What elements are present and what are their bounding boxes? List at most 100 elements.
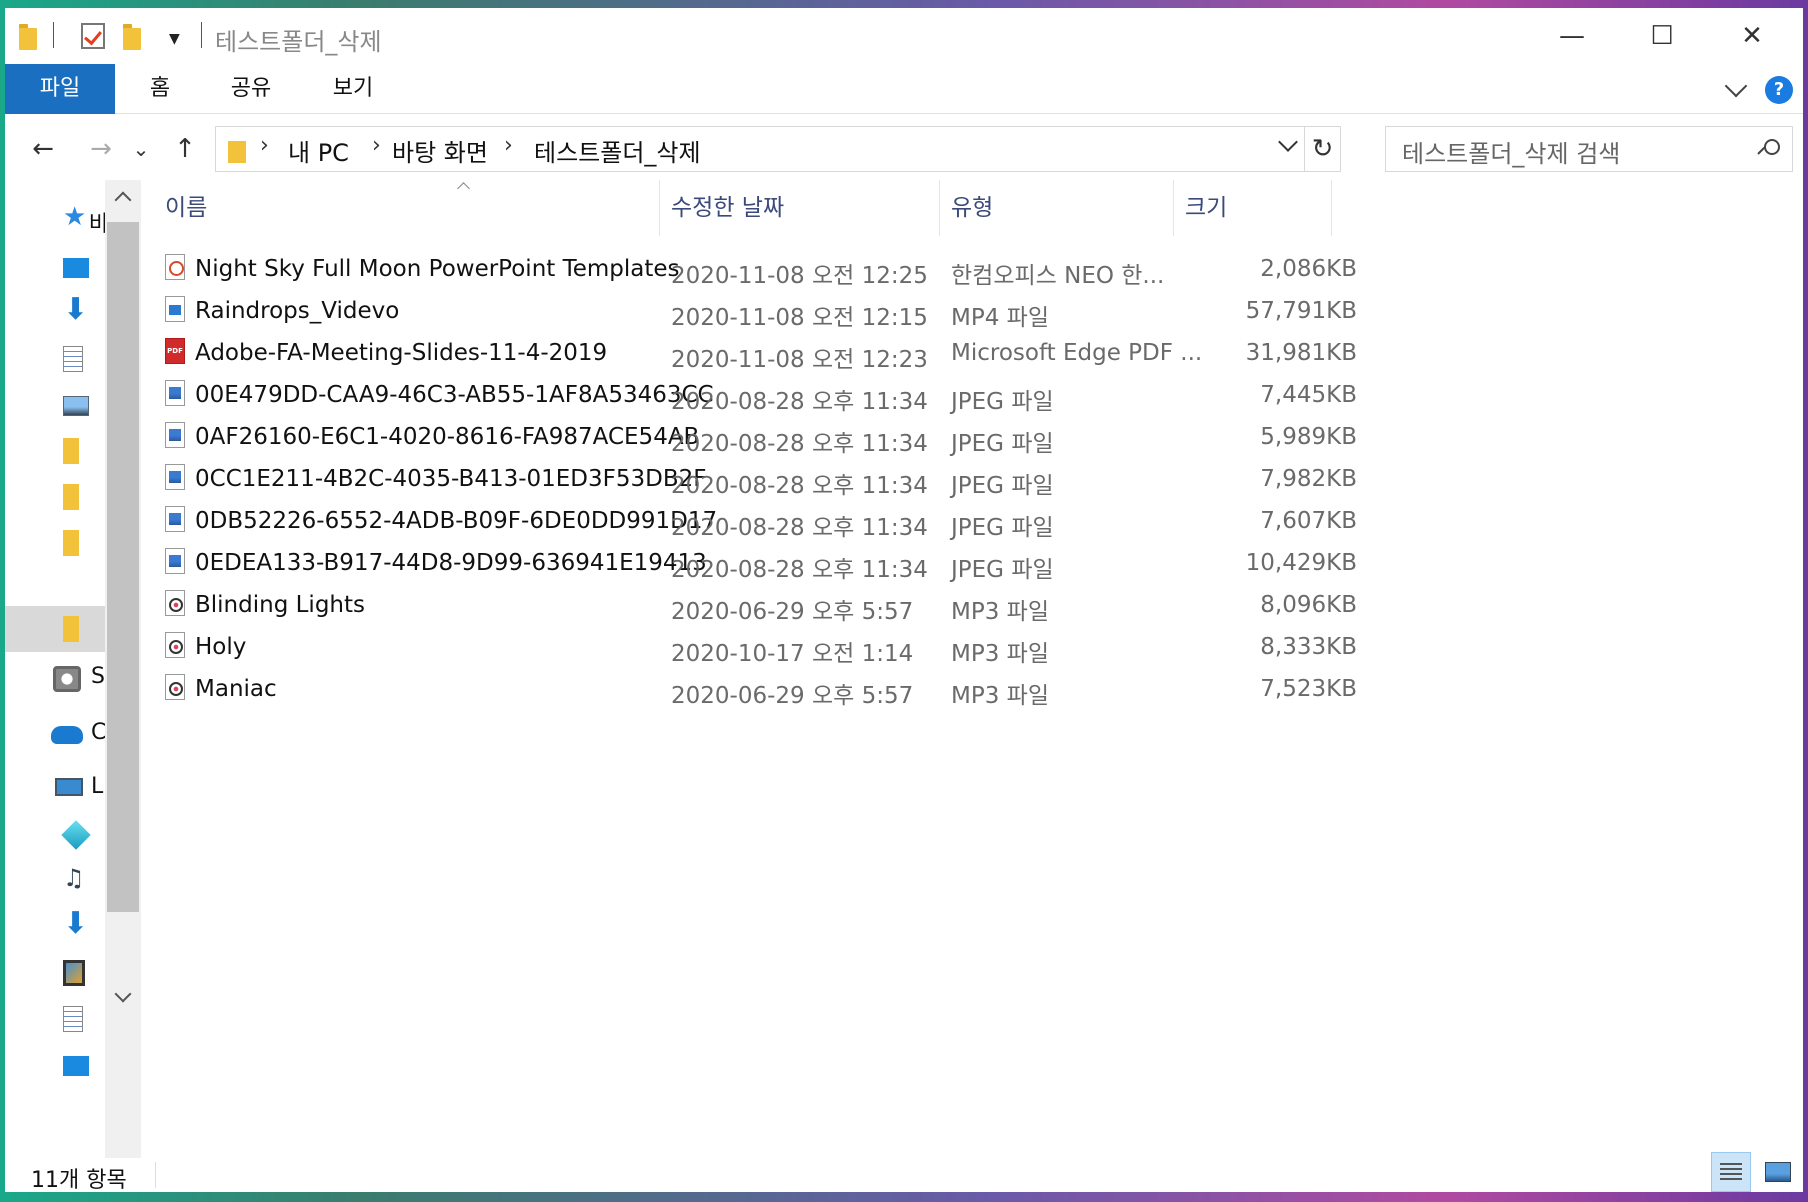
minimize-button[interactable]: — xyxy=(1527,16,1617,56)
large-icons-view-icon[interactable] xyxy=(1757,1152,1797,1192)
nav-item-pictures[interactable] xyxy=(5,382,105,428)
file-date: 2020-06-29 오후 5:57 xyxy=(671,683,914,709)
tab-file[interactable]: 파일 xyxy=(5,64,115,114)
file-row[interactable]: Maniac 2020-06-29 오후 5:57 MP3 파일 7,523KB xyxy=(145,670,1545,712)
nav-item-documents[interactable] xyxy=(5,336,105,382)
nav-item-folder[interactable] xyxy=(5,428,105,474)
column-divider[interactable] xyxy=(939,180,940,236)
file-type: MP4 파일 xyxy=(951,305,1049,331)
address-dropdown-icon[interactable] xyxy=(1278,135,1298,155)
scrollbar-thumb[interactable] xyxy=(107,222,139,912)
customize-toolbar-dropdown[interactable]: ▼ xyxy=(169,31,180,47)
nav-item-music[interactable]: ♫ xyxy=(5,858,105,904)
file-size: 2,086KB xyxy=(1260,256,1357,282)
column-divider[interactable] xyxy=(1331,180,1332,236)
column-header-size[interactable]: 크기 xyxy=(1185,180,1325,240)
nav-item-folder-selected[interactable] xyxy=(5,606,105,652)
download-icon: ⬇ xyxy=(63,906,89,941)
image-file-icon xyxy=(165,464,185,490)
recent-locations-button[interactable]: ⌄ xyxy=(129,130,153,168)
nav-item-quick-access[interactable]: ★ 바 xyxy=(5,198,109,244)
file-name: 0AF26160-E6C1-4020-8616-FA987ACE54AB xyxy=(195,424,700,450)
breadcrumb-separator[interactable]: › xyxy=(504,133,513,158)
audio-file-icon xyxy=(165,632,185,658)
file-name: 0CC1E211-4B2C-4035-B413-01ED3F53DB2F xyxy=(195,466,707,492)
up-button[interactable]: ↑ xyxy=(165,130,205,168)
new-folder-icon[interactable] xyxy=(123,24,141,50)
file-row[interactable]: 00E479DD-CAA9-46C3-AB55-1AF8A53463CC 202… xyxy=(145,376,1545,418)
nav-item-onedrive[interactable]: C xyxy=(5,712,106,758)
column-divider[interactable] xyxy=(1173,180,1174,236)
folder-icon[interactable] xyxy=(19,24,37,50)
nav-item-downloads[interactable]: ⬇ xyxy=(5,904,105,950)
file-name: Holy xyxy=(195,634,247,660)
file-name: Maniac xyxy=(195,676,277,702)
properties-icon[interactable] xyxy=(81,23,105,49)
file-name: 0DB52226-6552-4ADB-B09F-6DE0DD991D17 xyxy=(195,508,718,534)
file-type: Microsoft Edge PDF ... xyxy=(951,340,1203,366)
column-divider[interactable] xyxy=(659,180,660,236)
file-size: 10,429KB xyxy=(1245,550,1357,576)
tab-share[interactable]: 공유 xyxy=(205,64,297,114)
column-header-name[interactable]: 이름 xyxy=(155,180,655,240)
breadcrumb-desktop[interactable]: 바탕 화면 xyxy=(392,133,488,168)
file-date: 2020-06-29 오후 5:57 xyxy=(671,599,914,625)
column-header-date[interactable]: 수정한 날짜 xyxy=(671,180,941,240)
file-size: 7,523KB xyxy=(1260,676,1357,702)
desktop-icon xyxy=(63,258,89,278)
file-row[interactable]: 0CC1E211-4B2C-4035-B413-01ED3F53DB2F 202… xyxy=(145,460,1545,502)
tab-view[interactable]: 보기 xyxy=(305,64,401,114)
folder-icon xyxy=(63,616,79,642)
folder-icon xyxy=(63,484,79,510)
nav-item-desktop[interactable] xyxy=(5,244,105,290)
breadcrumb-current-folder[interactable]: 테스트폴더_삭제 xyxy=(534,133,701,168)
file-row[interactable]: 0DB52226-6552-4ADB-B09F-6DE0DD991D17 202… xyxy=(145,502,1545,544)
nav-pane-scrollbar[interactable] xyxy=(105,180,141,1158)
column-header-type[interactable]: 유형 xyxy=(951,180,1171,240)
forward-button[interactable]: → xyxy=(81,130,121,168)
nav-item-desktop[interactable] xyxy=(5,1042,105,1088)
back-button[interactable]: ← xyxy=(23,130,63,168)
title-divider xyxy=(201,22,202,48)
tab-home[interactable]: 홈 xyxy=(115,64,205,114)
close-button[interactable]: ✕ xyxy=(1707,16,1797,56)
expand-ribbon-chevron-icon[interactable] xyxy=(1725,78,1747,100)
breadcrumb-my-pc[interactable]: 내 PC xyxy=(288,133,349,168)
quick-access-divider xyxy=(53,22,54,48)
file-date: 2020-11-08 오전 12:23 xyxy=(671,347,928,373)
file-name: Raindrops_Videvo xyxy=(195,298,400,324)
file-row[interactable]: Holy 2020-10-17 오전 1:14 MP3 파일 8,333KB xyxy=(145,628,1545,670)
nav-item-downloads[interactable]: ⬇ xyxy=(5,290,105,336)
details-view-icon[interactable] xyxy=(1711,1152,1751,1192)
maximize-button[interactable]: ☐ xyxy=(1617,16,1707,56)
breadcrumb-separator[interactable]: › xyxy=(260,133,269,158)
file-row[interactable]: 0EDEA133-B917-44D8-9D99-636941E19413 202… xyxy=(145,544,1545,586)
navigation-bar: ← → ⌄ ↑ › 내 PC › 바탕 화면 › 테스트폴더_삭제 ↻ 테스트폴… xyxy=(5,126,1803,172)
breadcrumb-separator[interactable]: › xyxy=(372,133,381,158)
video-file-icon xyxy=(165,296,185,322)
file-row[interactable]: 0AF26160-E6C1-4020-8616-FA987ACE54AB 202… xyxy=(145,418,1545,460)
ribbon-tabs: 파일 홈 공유 보기 ? xyxy=(5,64,1803,114)
image-file-icon xyxy=(165,506,185,532)
address-bar[interactable]: › 내 PC › 바탕 화면 › 테스트폴더_삭제 ↻ xyxy=(215,126,1341,172)
scroll-up-arrow-icon[interactable] xyxy=(105,180,141,216)
file-row[interactable]: Adobe-FA-Meeting-Slides-11-4-2019 2020-1… xyxy=(145,334,1545,376)
search-input[interactable]: 테스트폴더_삭제 검색 xyxy=(1402,134,1620,169)
file-row[interactable]: Night Sky Full Moon PowerPoint Templates… xyxy=(145,250,1545,292)
scroll-down-arrow-icon[interactable] xyxy=(105,980,141,1016)
nav-item-3d-objects[interactable] xyxy=(5,812,105,858)
nav-item-this-pc[interactable]: L xyxy=(5,766,105,812)
navigation-pane: ★ 바 ⬇ S C L ♫ ⬇ xyxy=(5,180,141,1158)
file-row[interactable]: Blinding Lights 2020-06-29 오후 5:57 MP3 파… xyxy=(145,586,1545,628)
search-box[interactable]: 테스트폴더_삭제 검색 xyxy=(1385,126,1793,172)
nav-item-folder[interactable] xyxy=(5,474,105,520)
nav-item-disk[interactable]: S xyxy=(5,656,105,702)
file-size: 31,981KB xyxy=(1245,340,1357,366)
nav-item-folder[interactable] xyxy=(5,520,105,566)
nav-item-documents[interactable] xyxy=(5,996,105,1042)
help-button[interactable]: ? xyxy=(1765,76,1793,104)
search-icon[interactable] xyxy=(1758,139,1780,159)
refresh-button[interactable]: ↻ xyxy=(1304,127,1340,171)
file-row[interactable]: Raindrops_Videvo 2020-11-08 오전 12:15 MP4… xyxy=(145,292,1545,334)
nav-item-videos[interactable] xyxy=(5,950,105,996)
